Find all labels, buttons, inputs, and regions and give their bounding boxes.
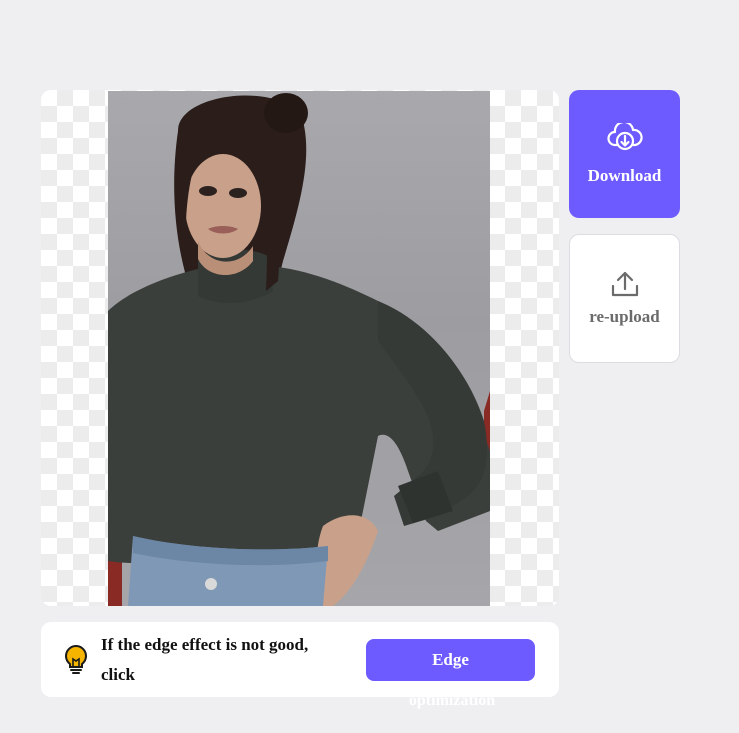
reupload-label: re-upload <box>589 307 660 326</box>
edge-button-label-overflow: optimization <box>408 692 496 709</box>
result-preview-canvas <box>41 90 559 606</box>
edge-optimization-button[interactable]: Edge <box>366 639 535 681</box>
upload-icon <box>610 270 640 303</box>
edge-button-label: Edge <box>432 650 469 669</box>
download-button[interactable]: Download <box>569 90 680 218</box>
reupload-button[interactable]: re-upload <box>569 234 680 363</box>
cloud-download-icon <box>606 120 643 158</box>
result-image <box>108 91 490 606</box>
edge-tip-text: If the edge effect is not good, click <box>101 635 309 684</box>
edge-tip-bar: If the edge effect is not good, click Ed… <box>41 622 559 697</box>
lightbulb-icon <box>63 644 89 679</box>
download-label: Download <box>587 165 662 185</box>
